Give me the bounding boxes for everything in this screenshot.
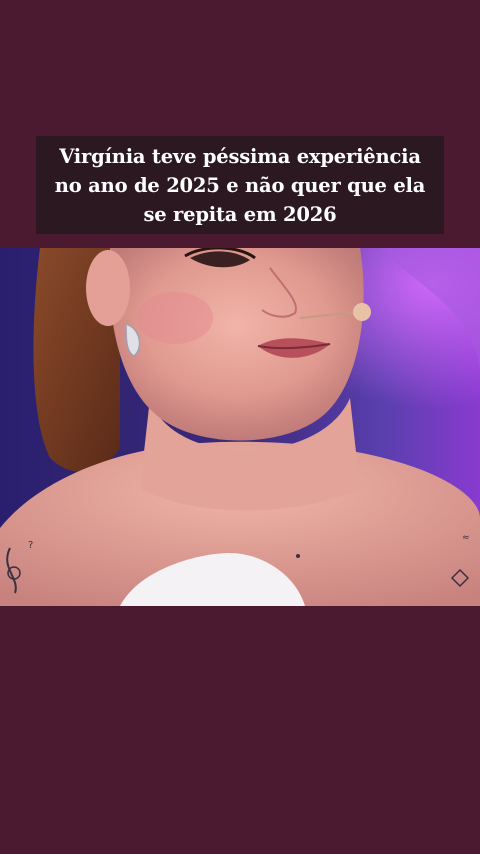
caption-box: Virgínia teve péssima experiência no ano…: [36, 136, 444, 234]
caption-line-2: no ano de 2025 e não quer que ela: [54, 173, 426, 197]
caption-line-1: Virgínia teve péssima experiência: [59, 144, 421, 168]
caption-text: Virgínia teve péssima experiência no ano…: [54, 142, 426, 229]
video-still-photo: ? ≈: [0, 248, 480, 606]
story-page: Virgínia teve péssima experiência no ano…: [0, 0, 480, 854]
svg-text:≈: ≈: [462, 533, 470, 543]
svg-text:?: ?: [28, 540, 33, 551]
caption-line-3: se repita em 2026: [143, 202, 337, 226]
photo-illustration: ? ≈: [0, 248, 480, 606]
